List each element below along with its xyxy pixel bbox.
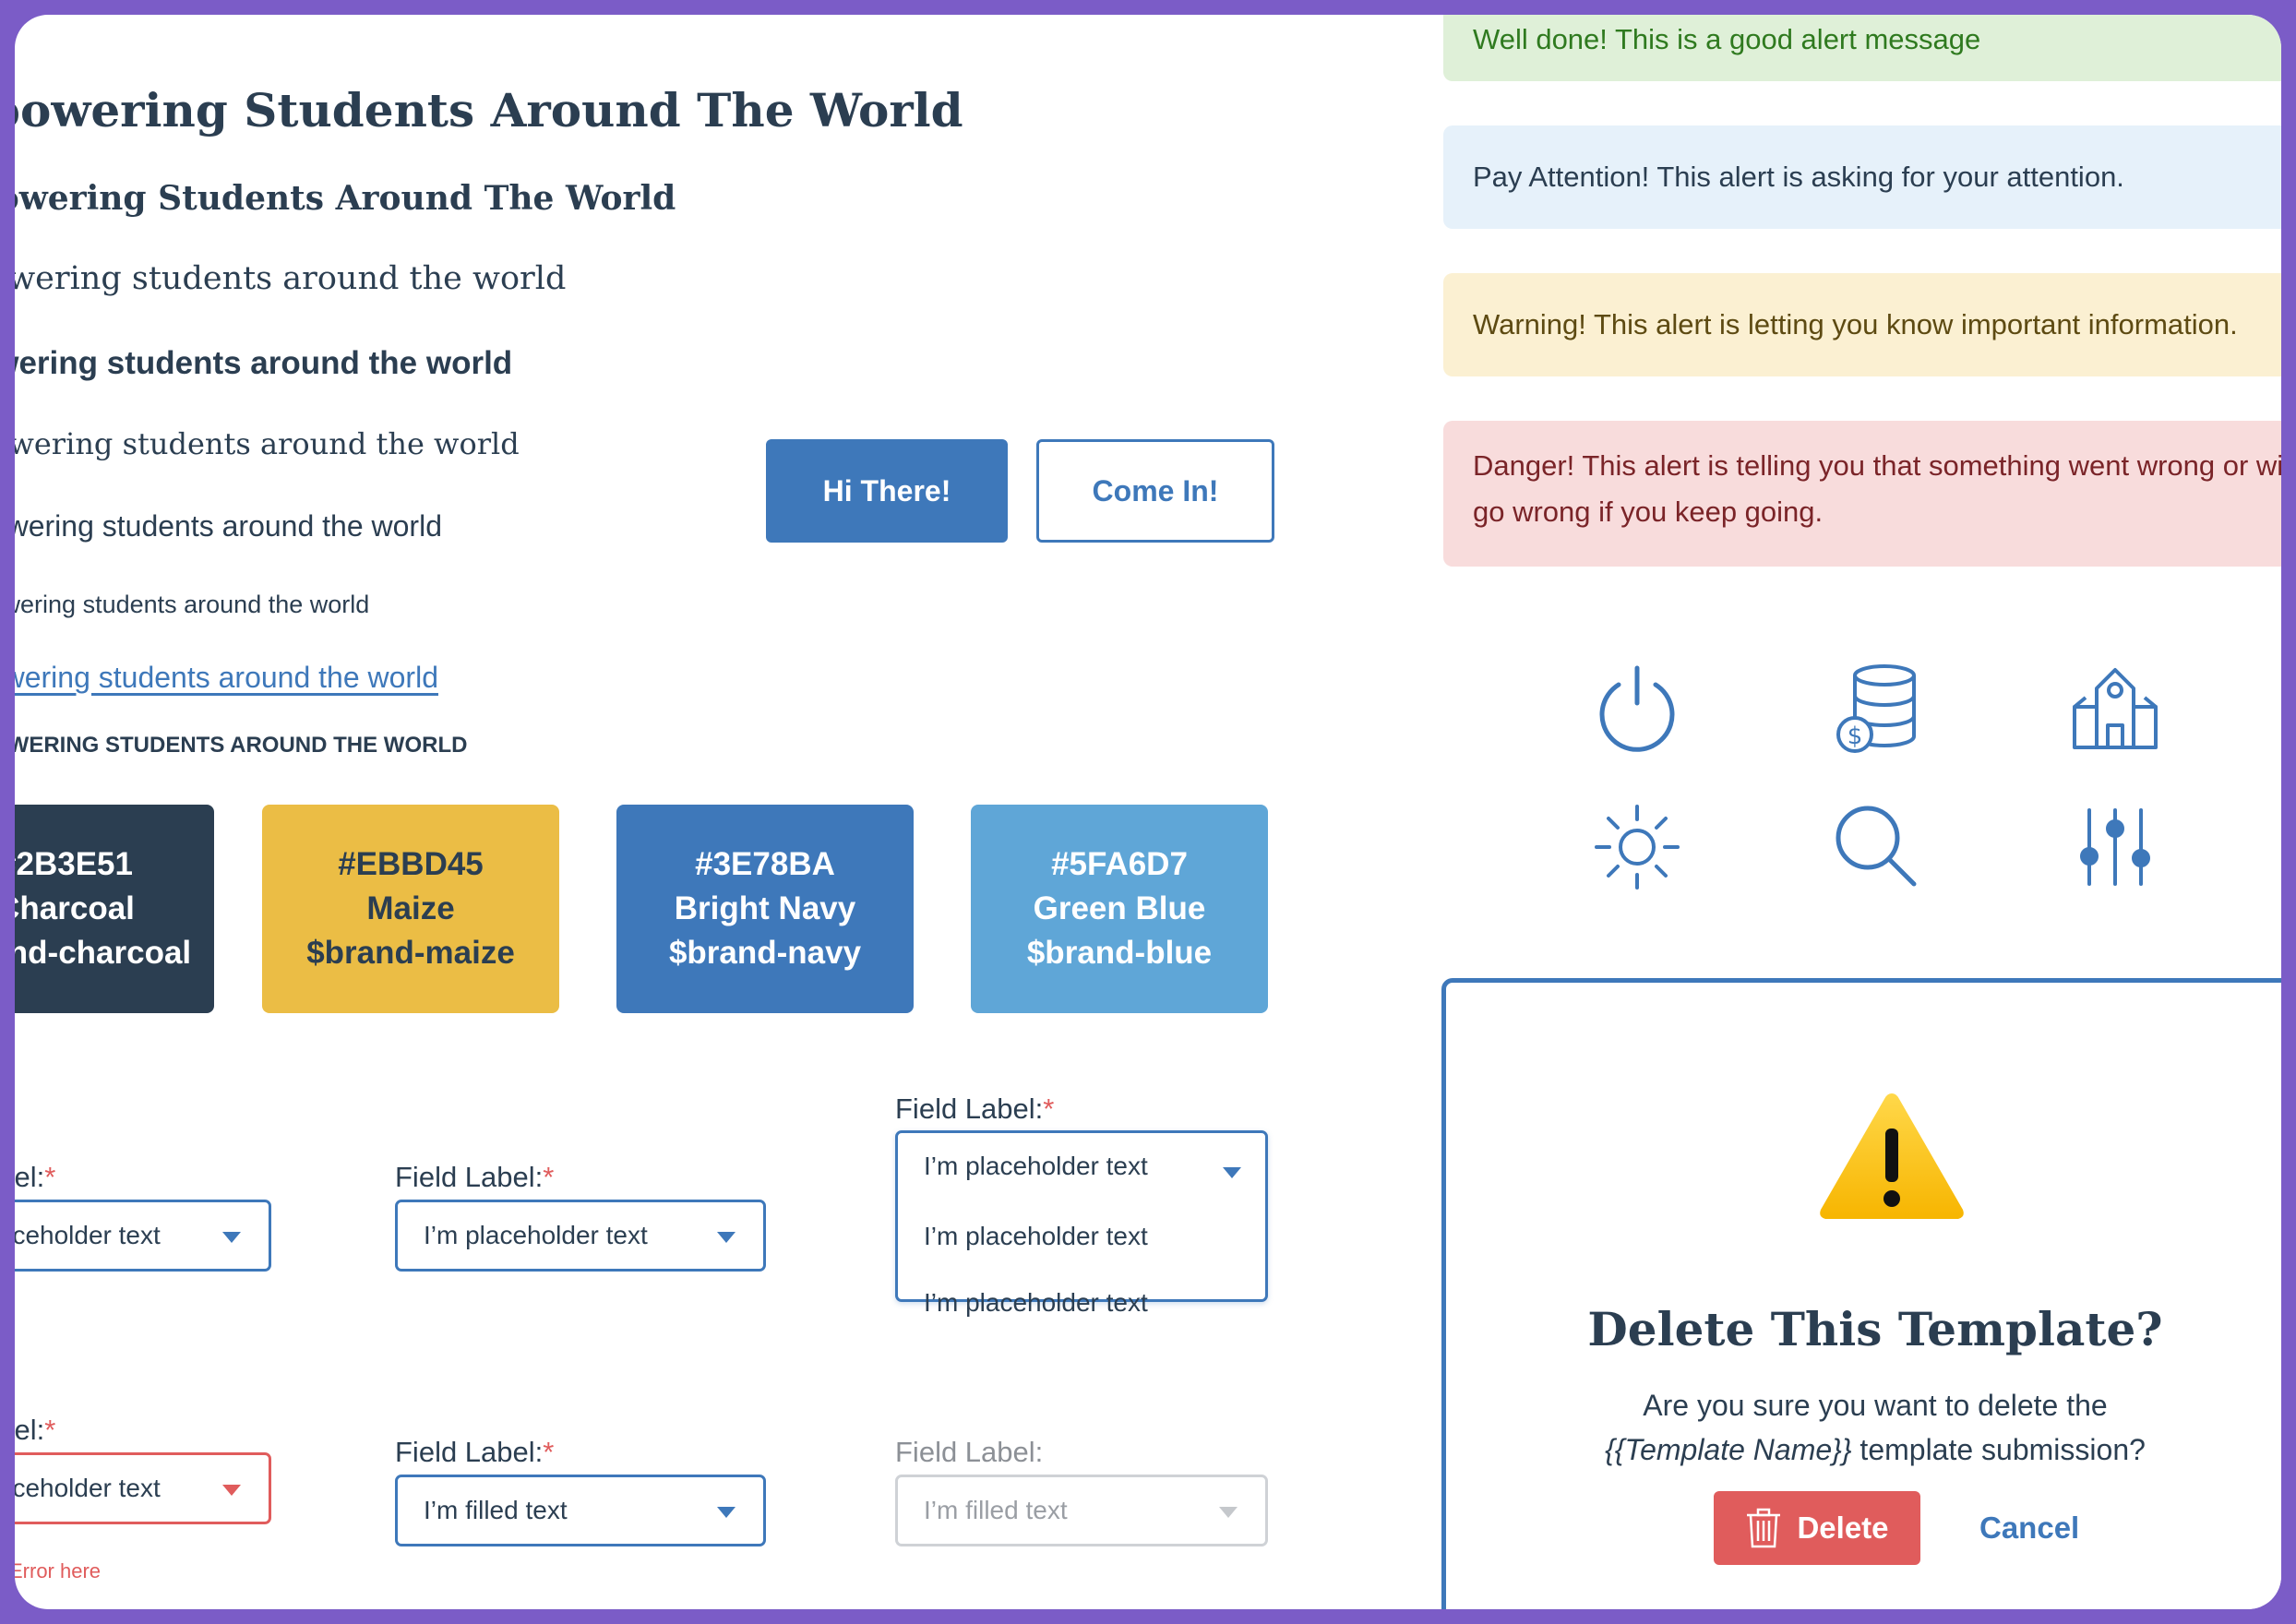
field-label: Field Label:* xyxy=(895,1093,1054,1126)
dropdown-option[interactable]: I’m placeholder text xyxy=(924,1288,1148,1318)
modal-body-line1: Are you sure you want to delete the xyxy=(1643,1389,2108,1422)
select-placeholder[interactable]: I’m placeholder text xyxy=(395,1200,766,1272)
required-mark: * xyxy=(543,1161,555,1193)
style-guide-canvas: Empowering Students Around The World Emp… xyxy=(15,15,2281,1609)
body-text-sample: Empowering students around the world xyxy=(15,509,442,543)
modal-body-line2: {{Template Name}} template submission? xyxy=(1446,1427,2281,1472)
field-label: Field Label:* xyxy=(15,1161,55,1194)
heading-2-sample: Empowering Students Around The World xyxy=(15,179,676,218)
swatch-name: Maize xyxy=(366,890,455,926)
alert-danger-text: Danger! This alert is telling you that s… xyxy=(1473,449,2281,528)
warning-icon xyxy=(1815,1088,1968,1224)
required-mark: * xyxy=(543,1436,555,1468)
alert-success-text: Well done! This is a good alert message xyxy=(1473,23,1981,55)
field-label-text: Field Label: xyxy=(15,1161,45,1193)
select-value: I’m placeholder text xyxy=(15,1221,161,1249)
chevron-down-icon xyxy=(222,1232,241,1243)
hi-there-button[interactable]: Hi There! xyxy=(766,439,1008,543)
swatch-charcoal: #2B3E51 Charcoal $brand-charcoal xyxy=(15,805,214,1013)
swatch-name: Green Blue xyxy=(1033,890,1206,926)
dropdown-option[interactable]: I’m placeholder text xyxy=(924,1222,1148,1251)
select-disabled: I’m filled text xyxy=(895,1475,1268,1546)
select-error[interactable]: I’m placeholder text xyxy=(15,1452,271,1524)
alert-danger: Danger! This alert is telling you that s… xyxy=(1443,421,2281,567)
cancel-button[interactable]: Cancel xyxy=(1979,1491,2079,1565)
chevron-down-icon xyxy=(717,1232,735,1243)
school-building-icon xyxy=(2069,661,2161,753)
sun-icon xyxy=(1591,801,1683,893)
required-mark: * xyxy=(44,1414,56,1446)
modal-title: Delete This Template? xyxy=(1587,1302,2163,1356)
heading-4-sample: Empowering students around the world xyxy=(15,345,513,381)
come-in-button[interactable]: Come In! xyxy=(1036,439,1274,543)
swatch-hex: #5FA6D7 xyxy=(1051,846,1188,882)
field-label-text: Field Label: xyxy=(895,1093,1044,1125)
field-label-text: Field Label: xyxy=(395,1436,544,1468)
swatch-var: $brand-charcoal xyxy=(15,935,192,971)
select-filled[interactable]: I’m filled text xyxy=(395,1475,766,1546)
delete-button-label: Delete xyxy=(1797,1511,1889,1545)
required-mark: * xyxy=(44,1161,56,1193)
select-value: I’m placeholder text xyxy=(424,1221,648,1249)
alert-info: Pay Attention! This alert is asking for … xyxy=(1443,125,2281,229)
swatch-name: Bright Navy xyxy=(674,890,856,926)
heading-1-sample: Empowering Students Around The World xyxy=(15,83,963,137)
error-message: Error here xyxy=(15,1559,102,1582)
swatch-var: $brand-maize xyxy=(306,935,515,971)
swatch-navy: #3E78BA Bright Navy $brand-navy xyxy=(616,805,914,1013)
svg-text:$: $ xyxy=(1848,722,1863,750)
alert-success: Well done! This is a good alert message xyxy=(1443,15,2281,81)
template-name-token: {{Template Name}} xyxy=(1605,1433,1852,1466)
heading-3-sample: Empowering students around the world xyxy=(15,260,567,297)
field-label-text: Field Label: xyxy=(15,1414,45,1446)
chevron-down-icon xyxy=(1223,1167,1241,1178)
sliders-icon xyxy=(2069,801,2161,893)
alert-warning-text: Warning! This alert is letting you know … xyxy=(1473,308,2238,340)
required-mark: * xyxy=(1043,1093,1055,1125)
swatch-hex: #2B3E51 xyxy=(15,846,133,882)
coins-dollar-icon: $ xyxy=(1831,661,1923,753)
swatch-maize: #EBBD45 Maize $brand-maize xyxy=(262,805,559,1013)
delete-template-modal: × Delete This Template? Are you sure you… xyxy=(1441,978,2281,1609)
heading-5-sample: Empowering students around the world xyxy=(15,426,520,461)
alert-warning: Warning! This alert is letting you know … xyxy=(1443,273,2281,376)
field-label: Field Label:* xyxy=(395,1436,554,1469)
chevron-down-icon xyxy=(717,1507,735,1518)
delete-button[interactable]: Delete xyxy=(1714,1491,1920,1565)
swatch-name: Charcoal xyxy=(15,890,135,926)
alert-info-text: Pay Attention! This alert is asking for … xyxy=(1473,161,2124,193)
caps-text-sample: EMPOWERING STUDENTS AROUND THE WORLD xyxy=(15,733,468,758)
chevron-down-icon xyxy=(1219,1507,1238,1518)
link-sample[interactable]: Empowering students around the world xyxy=(15,661,438,695)
select-value: I’m filled text xyxy=(424,1496,568,1524)
swatch-var: $brand-blue xyxy=(1026,935,1213,971)
swatch-hex: #3E78BA xyxy=(695,846,835,882)
select-default[interactable]: I’m placeholder text xyxy=(15,1200,271,1272)
dropdown-selected[interactable]: I’m placeholder text xyxy=(924,1152,1148,1181)
power-icon xyxy=(1591,661,1683,753)
modal-body-suffix: template submission? xyxy=(1851,1433,2146,1466)
modal-body: Are you sure you want to delete the {{Te… xyxy=(1446,1383,2281,1472)
field-label: Field Label:* xyxy=(15,1414,55,1447)
swatch-hex: #EBBD45 xyxy=(338,846,484,882)
search-icon xyxy=(1831,801,1923,893)
field-label: Field Label:* xyxy=(395,1161,554,1194)
field-label-text: Field Label: xyxy=(395,1161,544,1193)
select-value: I’m placeholder text xyxy=(15,1474,161,1502)
small-text-sample: Empowering students around the world xyxy=(15,591,370,618)
swatch-var: $brand-navy xyxy=(668,935,862,971)
field-label-disabled: Field Label: xyxy=(895,1436,1044,1468)
select-value: I’m filled text xyxy=(924,1496,1068,1524)
chevron-down-icon xyxy=(222,1485,241,1496)
trash-icon xyxy=(1747,1508,1781,1548)
select-open-dropdown[interactable]: I’m placeholder text I’m placeholder tex… xyxy=(895,1130,1268,1317)
swatch-blue: #5FA6D7 Green Blue $brand-blue xyxy=(971,805,1268,1013)
